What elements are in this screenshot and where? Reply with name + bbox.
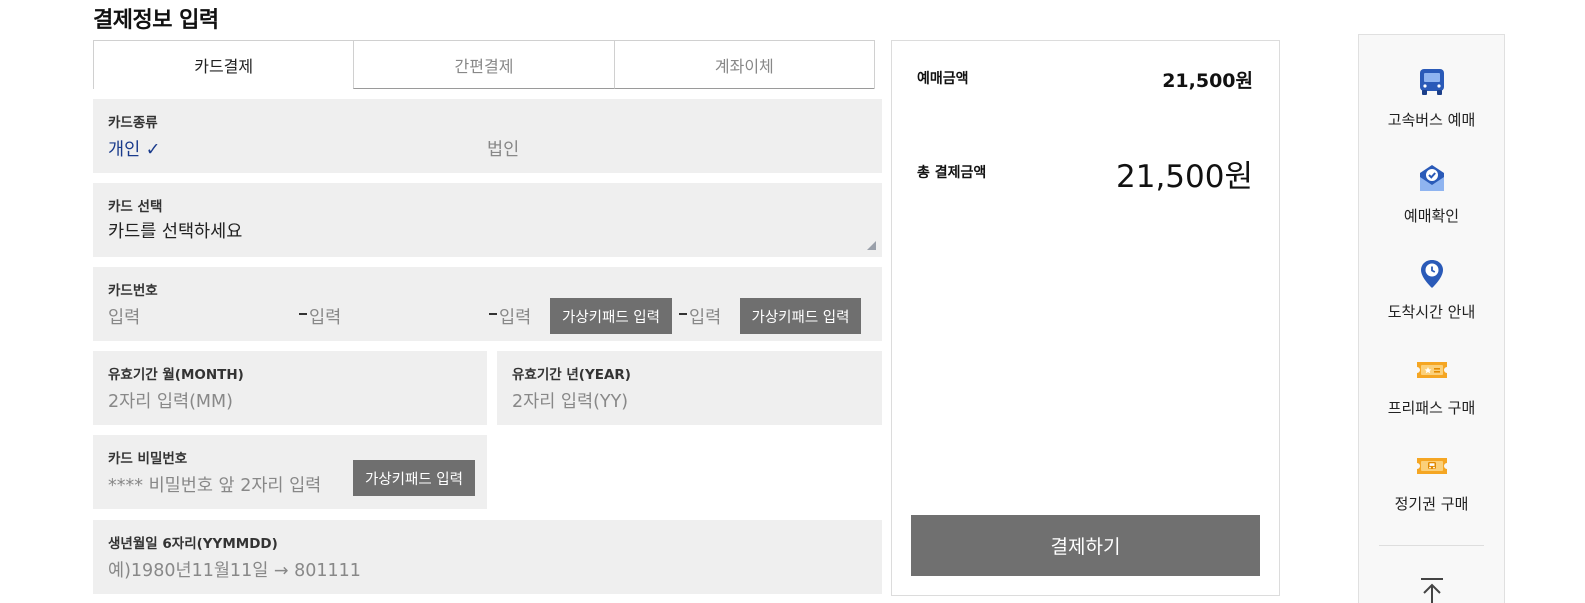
total-amount-value: 21,500원 <box>1116 159 1253 195</box>
total-amount-label: 총 결제금액 <box>917 165 987 181</box>
location-clock-icon <box>1421 260 1443 288</box>
quick-menu-reservation-check-label: 예매확인 <box>1403 207 1460 225</box>
quick-menu: 고속버스 예매 예매확인 도착시간 안내 프리패스 구매 정기권 구매 <box>1358 34 1505 603</box>
payment-tabs: 카드결제 간편결제 계좌이체 <box>93 40 875 89</box>
password-keypad-button[interactable]: 가상키패드 입력 <box>353 460 475 496</box>
expiry-month-input[interactable]: 2자리 입력(MM) <box>108 388 233 413</box>
pay-button[interactable]: 결제하기 <box>911 515 1260 576</box>
quick-menu-bus-reservation[interactable]: 고속버스 예매 <box>1359 35 1504 131</box>
ticket-check-icon <box>1420 165 1444 191</box>
expiry-month-label: 유효기간 월(MONTH) <box>108 367 244 383</box>
dash-separator <box>679 313 687 315</box>
card-number-field-3[interactable]: 입력 <box>499 304 531 329</box>
card-type-corporate-option[interactable]: 법인 <box>487 136 519 161</box>
tab-card-payment[interactable]: 카드결제 <box>94 41 354 89</box>
payment-summary-panel: 예매금액 21,500원 총 결제금액 21,500원 결제하기 <box>891 40 1280 596</box>
quick-menu-freepass-label: 프리패스 구매 <box>1387 399 1476 417</box>
card-password-section: 카드 비밀번호 **** 비밀번호 앞 2자리 입력 가상키패드 입력 <box>93 435 487 509</box>
birth-date-label: 생년월일 6자리(YYMMDD) <box>108 536 278 552</box>
card-number-label: 카드번호 <box>108 283 158 299</box>
page-title: 결제정보 입력 <box>93 8 219 33</box>
expiry-year-input[interactable]: 2자리 입력(YY) <box>512 388 628 413</box>
card-password-input[interactable]: **** 비밀번호 앞 2자리 입력 <box>108 472 321 497</box>
card-type-label: 카드종류 <box>108 115 158 131</box>
card-password-label: 카드 비밀번호 <box>108 451 188 467</box>
season-ticket-icon <box>1417 458 1447 474</box>
quick-menu-arrival-time[interactable]: 도착시간 안내 <box>1359 227 1504 323</box>
card-number-field-2[interactable]: 입력 <box>309 304 341 329</box>
card-select-dropdown[interactable]: 카드 선택 카드를 선택하세요 <box>93 183 882 257</box>
card-select-label: 카드 선택 <box>108 199 163 215</box>
quick-menu-bus-label: 고속버스 예매 <box>1387 111 1476 129</box>
birth-date-section: 생년월일 6자리(YYMMDD) 예)1980년11월11일 → 801111 <box>93 520 882 594</box>
quick-menu-season-ticket[interactable]: 정기권 구매 <box>1359 419 1504 515</box>
card-number-section: 카드번호 입력 입력 입력 가상키패드 입력 입력 가상키패드 입력 <box>93 267 882 341</box>
card-type-personal-option[interactable]: 개인 ✓ <box>108 136 160 161</box>
dash-separator <box>299 313 307 315</box>
tab-easy-payment[interactable]: 간편결제 <box>353 41 614 89</box>
card-type-personal-label: 개인 <box>108 140 141 160</box>
dropdown-corner-icon <box>867 241 876 250</box>
quick-menu-reservation-check[interactable]: 예매확인 <box>1359 131 1504 227</box>
card-number-field-4-keypad-button[interactable]: 가상키패드 입력 <box>740 298 861 334</box>
bus-icon <box>1420 69 1444 95</box>
check-icon: ✓ <box>145 140 161 160</box>
expiry-year-label: 유효기간 년(YEAR) <box>512 367 631 383</box>
reservation-amount-label: 예매금액 <box>917 71 969 87</box>
quick-menu-divider <box>1379 545 1484 546</box>
expiry-year-section: 유효기간 년(YEAR) 2자리 입력(YY) <box>497 351 882 425</box>
dash-separator <box>489 313 497 315</box>
scroll-top-icon[interactable] <box>1415 575 1449 603</box>
expiry-month-section: 유효기간 월(MONTH) 2자리 입력(MM) <box>93 351 487 425</box>
card-type-section: 카드종류 개인 ✓ 법인 <box>93 99 882 173</box>
quick-menu-season-ticket-label: 정기권 구매 <box>1394 495 1469 513</box>
quick-menu-arrival-time-label: 도착시간 안내 <box>1387 303 1476 321</box>
reservation-amount-value: 21,500원 <box>1162 70 1253 92</box>
tab-bank-transfer[interactable]: 계좌이체 <box>613 41 874 89</box>
freepass-ticket-icon <box>1417 362 1447 378</box>
quick-menu-freepass[interactable]: 프리패스 구매 <box>1359 323 1504 419</box>
birth-date-input[interactable]: 예)1980년11월11일 → 801111 <box>108 557 361 582</box>
card-number-field-1[interactable]: 입력 <box>108 304 140 329</box>
card-number-field-4[interactable]: 입력 <box>689 304 721 329</box>
card-select-value: 카드를 선택하세요 <box>108 222 243 242</box>
card-number-field-3-keypad-button[interactable]: 가상키패드 입력 <box>550 298 672 334</box>
